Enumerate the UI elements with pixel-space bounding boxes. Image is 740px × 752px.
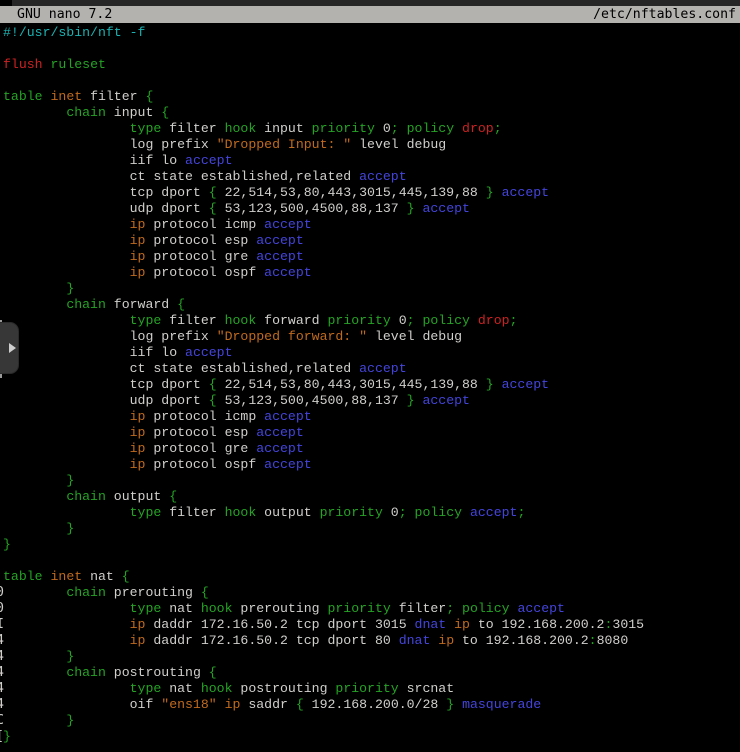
code-line: ip daddr 172.16.50.2 tcp dport 3015 dnat…: [3, 617, 740, 633]
code-line: chain postrouting {: [3, 665, 740, 681]
code-line: ct state established,related accept: [3, 361, 740, 377]
code-line: ip protocol icmp accept: [3, 409, 740, 425]
nano-titlebar: GNU nano 7.2 /etc/nftables.conf: [0, 6, 740, 23]
code-line: [3, 41, 740, 57]
code-line: }: [3, 729, 740, 745]
code-line: ip protocol esp accept: [3, 425, 740, 441]
code-line: type filter hook input priority 0; polic…: [3, 121, 740, 137]
code-line: chain forward {: [3, 297, 740, 313]
edge-glyph-fragment: C: [0, 713, 4, 729]
code-line: }: [3, 521, 740, 537]
edge-glyph-fragment: 4: [0, 665, 4, 681]
edge-glyph-fragment: [: [0, 729, 4, 745]
edge-glyph-fragment: 0: [0, 585, 4, 601]
open-file-path: /etc/nftables.conf: [593, 6, 736, 23]
edge-glyph-fragment: 4: [0, 649, 4, 665]
code-line: iif lo accept: [3, 153, 740, 169]
nano-version-title: GNU nano 7.2: [17, 6, 112, 23]
code-line: }: [3, 281, 740, 297]
code-line: [3, 73, 740, 89]
edge-glyph-fragment: 4: [0, 697, 4, 713]
edge-glyph-fragment: 4: [0, 681, 4, 697]
code-line: chain output {: [3, 489, 740, 505]
code-line: udp dport { 53,123,500,4500,88,137 } acc…: [3, 201, 740, 217]
code-line: ct state established,related accept: [3, 169, 740, 185]
code-line: ip protocol icmp accept: [3, 217, 740, 233]
code-line: type filter hook output priority 0; poli…: [3, 505, 740, 521]
code-line: type nat hook postrouting priority srcna…: [3, 681, 740, 697]
code-line: log prefix "Dropped forward: " level deb…: [3, 329, 740, 345]
code-line: iif lo accept: [3, 345, 740, 361]
code-line: ip protocol ospf accept: [3, 265, 740, 281]
code-line: #!/usr/sbin/nft -f: [3, 25, 740, 41]
code-line: }: [3, 473, 740, 489]
code-line: [3, 553, 740, 569]
side-panel-toggle[interactable]: [0, 322, 19, 374]
code-line: type nat hook prerouting priority filter…: [3, 601, 740, 617]
edge-glyph-fragment: 0: [0, 601, 4, 617]
code-line: type filter hook forward priority 0; pol…: [3, 313, 740, 329]
code-line: oif "ens18" ip saddr { 192.168.200.0/28 …: [3, 697, 740, 713]
code-line: flush ruleset: [3, 57, 740, 73]
code-line: }: [3, 537, 740, 553]
code-line: ip daddr 172.16.50.2 tcp dport 80 dnat i…: [3, 633, 740, 649]
code-line: table inet filter {: [3, 89, 740, 105]
code-line: }: [3, 649, 740, 665]
code-line: tcp dport { 22,514,53,80,443,3015,445,13…: [3, 185, 740, 201]
edge-glyph-fragment: 4: [0, 633, 4, 649]
code-line: tcp dport { 22,514,53,80,443,3015,445,13…: [3, 377, 740, 393]
code-line: chain prerouting {: [3, 585, 740, 601]
code-line: ip protocol ospf accept: [3, 457, 740, 473]
code-line: }: [3, 713, 740, 729]
code-line: table inet nat {: [3, 569, 740, 585]
editor-content[interactable]: #!/usr/sbin/nft -f flush ruleset table i…: [0, 25, 740, 745]
code-line: ip protocol gre accept: [3, 441, 740, 457]
code-line: chain input {: [3, 105, 740, 121]
code-line: ip protocol esp accept: [3, 233, 740, 249]
code-line: log prefix "Dropped Input: " level debug: [3, 137, 740, 153]
expand-arrow-icon: [9, 343, 16, 353]
edge-glyph-fragment: I: [0, 617, 4, 633]
code-line: udp dport { 53,123,500,4500,88,137 } acc…: [3, 393, 740, 409]
code-line: ip protocol gre accept: [3, 249, 740, 265]
